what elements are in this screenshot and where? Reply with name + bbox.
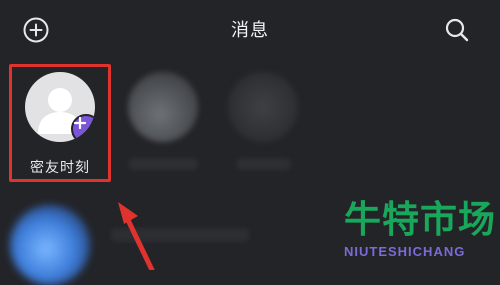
watermark: 牛特市场 NIUTESHICHANG <box>344 198 496 259</box>
watermark-sub: NIUTESHICHANG <box>344 244 466 259</box>
watermark-main: 牛特市场 <box>344 198 496 241</box>
